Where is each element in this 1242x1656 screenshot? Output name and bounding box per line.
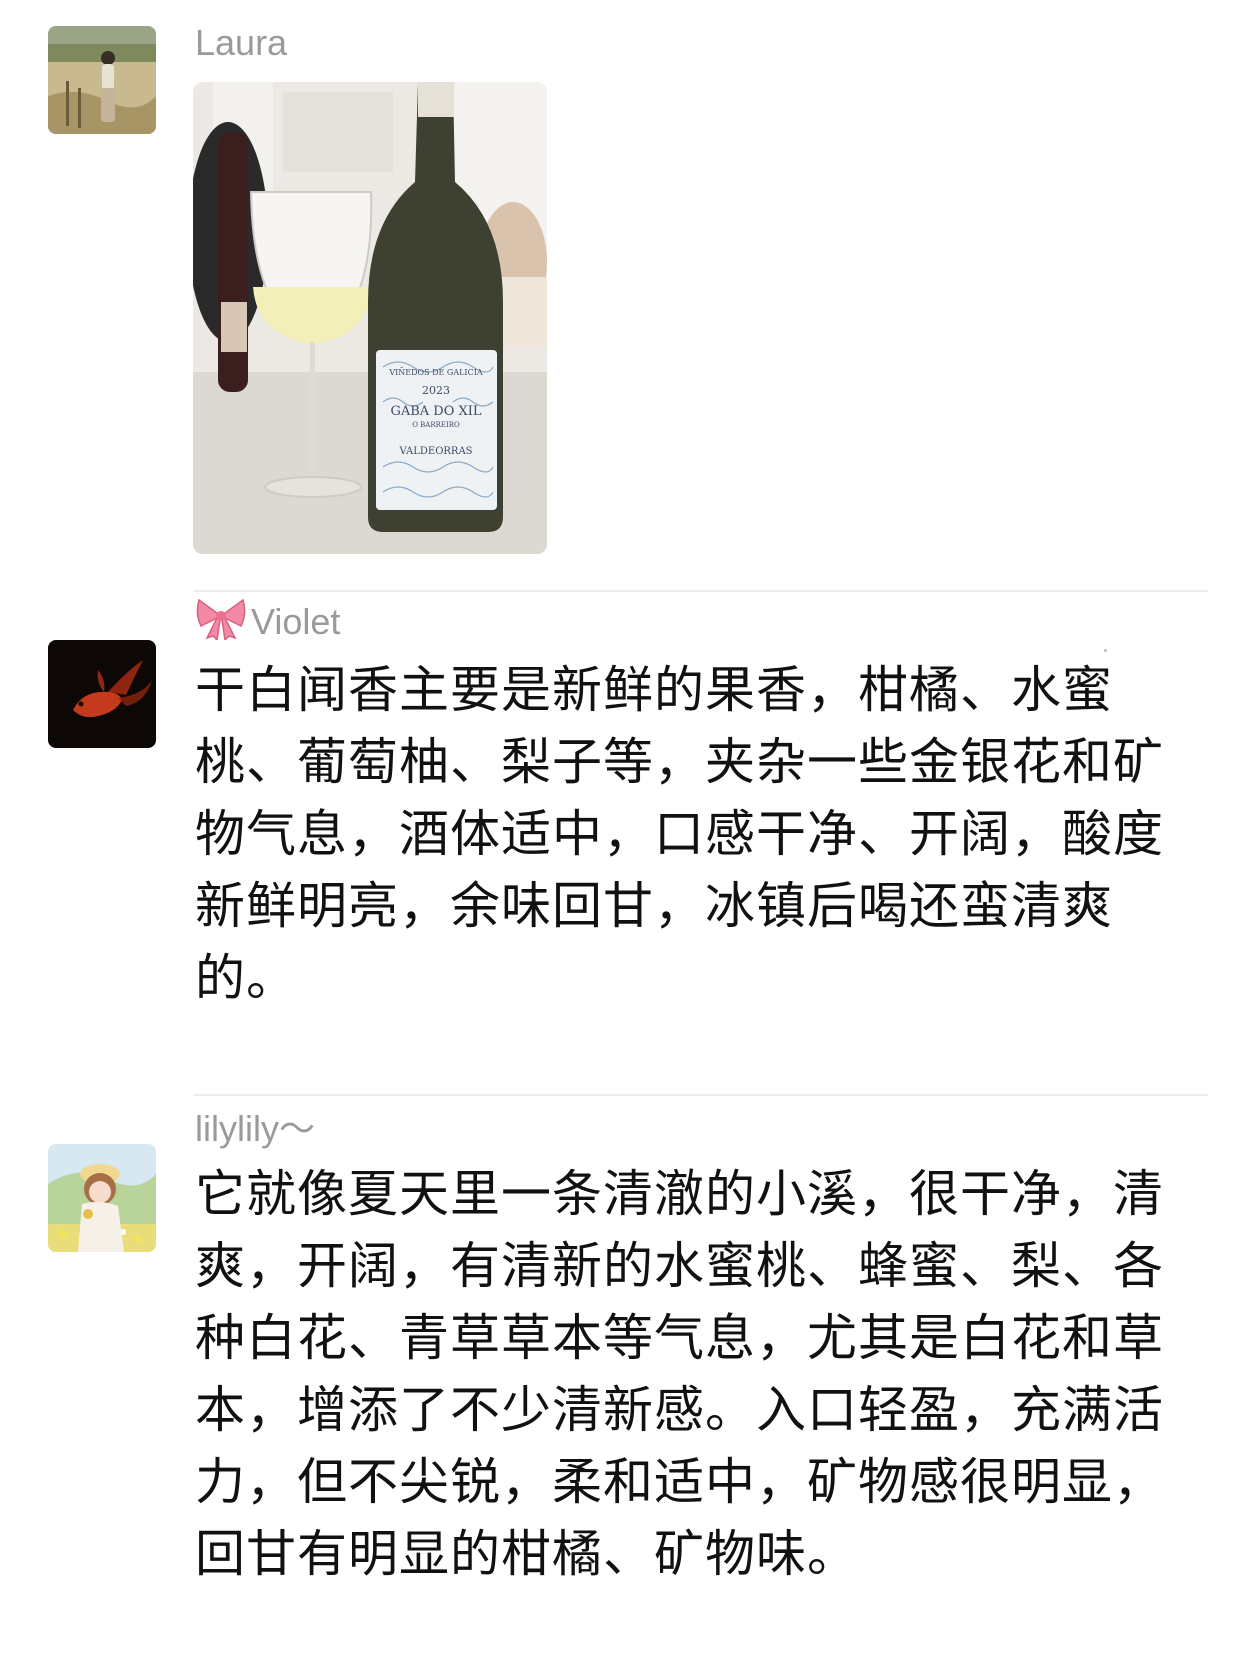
username-text: Violet	[251, 601, 341, 642]
wine-bottle-and-glass-photo-icon: VIÑEDOS DE GALICIA 2023 GABA DO XIL O BA…	[193, 82, 547, 554]
post-text: 它就像夏天里一条清澈的小溪，很干净，清爽，开阔，有清新的水蜜桃、蜂蜜、梨、各种白…	[195, 1165, 1164, 1583]
post-violet: Violet 干白闻香主要是新鲜的果香，柑橘、水蜜桃、葡萄柚、梨子等，夹杂一些金…	[0, 592, 1242, 1092]
person-in-field-avatar-icon	[48, 26, 156, 134]
avatar-laura[interactable]	[48, 26, 156, 134]
username[interactable]: Laura	[195, 22, 287, 64]
post-photo[interactable]: VIÑEDOS DE GALICIA 2023 GABA DO XIL O BA…	[193, 82, 547, 554]
photo-label-line-2: 2023	[422, 384, 450, 397]
username[interactable]: Violet	[195, 596, 340, 649]
post-laura: Laura VIÑEDOS DE GALICIA 2023 GABA DO XI…	[0, 0, 1242, 590]
post-text: 干白闻香主要是新鲜的果香，柑橘、水蜜桃、葡萄柚、梨子等，夹杂一些金银花和矿物气息…	[195, 661, 1164, 1007]
photo-label-line-4: O BARREIRO	[412, 421, 460, 429]
goldfish-avatar-icon	[48, 640, 156, 748]
photo-label-line-3: GABA DO XIL	[390, 404, 481, 419]
dot-icon	[1104, 649, 1107, 652]
photo-label-line-1: VIÑEDOS DE GALICIA	[388, 368, 482, 377]
avatar-violet[interactable]	[48, 640, 156, 748]
post-lilylily: lilylily～ 它就像夏天里一条清澈的小溪，很干净，清爽，开阔，有清新的水蜜…	[0, 1096, 1242, 1656]
illustrated-girl-avatar-icon	[48, 1144, 156, 1252]
photo-label-line-5: VALDEORRAS	[398, 446, 472, 457]
ribbon-bow-icon	[195, 596, 247, 649]
avatar-lilylily[interactable]	[48, 1144, 156, 1252]
username[interactable]: lilylily～	[195, 1100, 315, 1152]
